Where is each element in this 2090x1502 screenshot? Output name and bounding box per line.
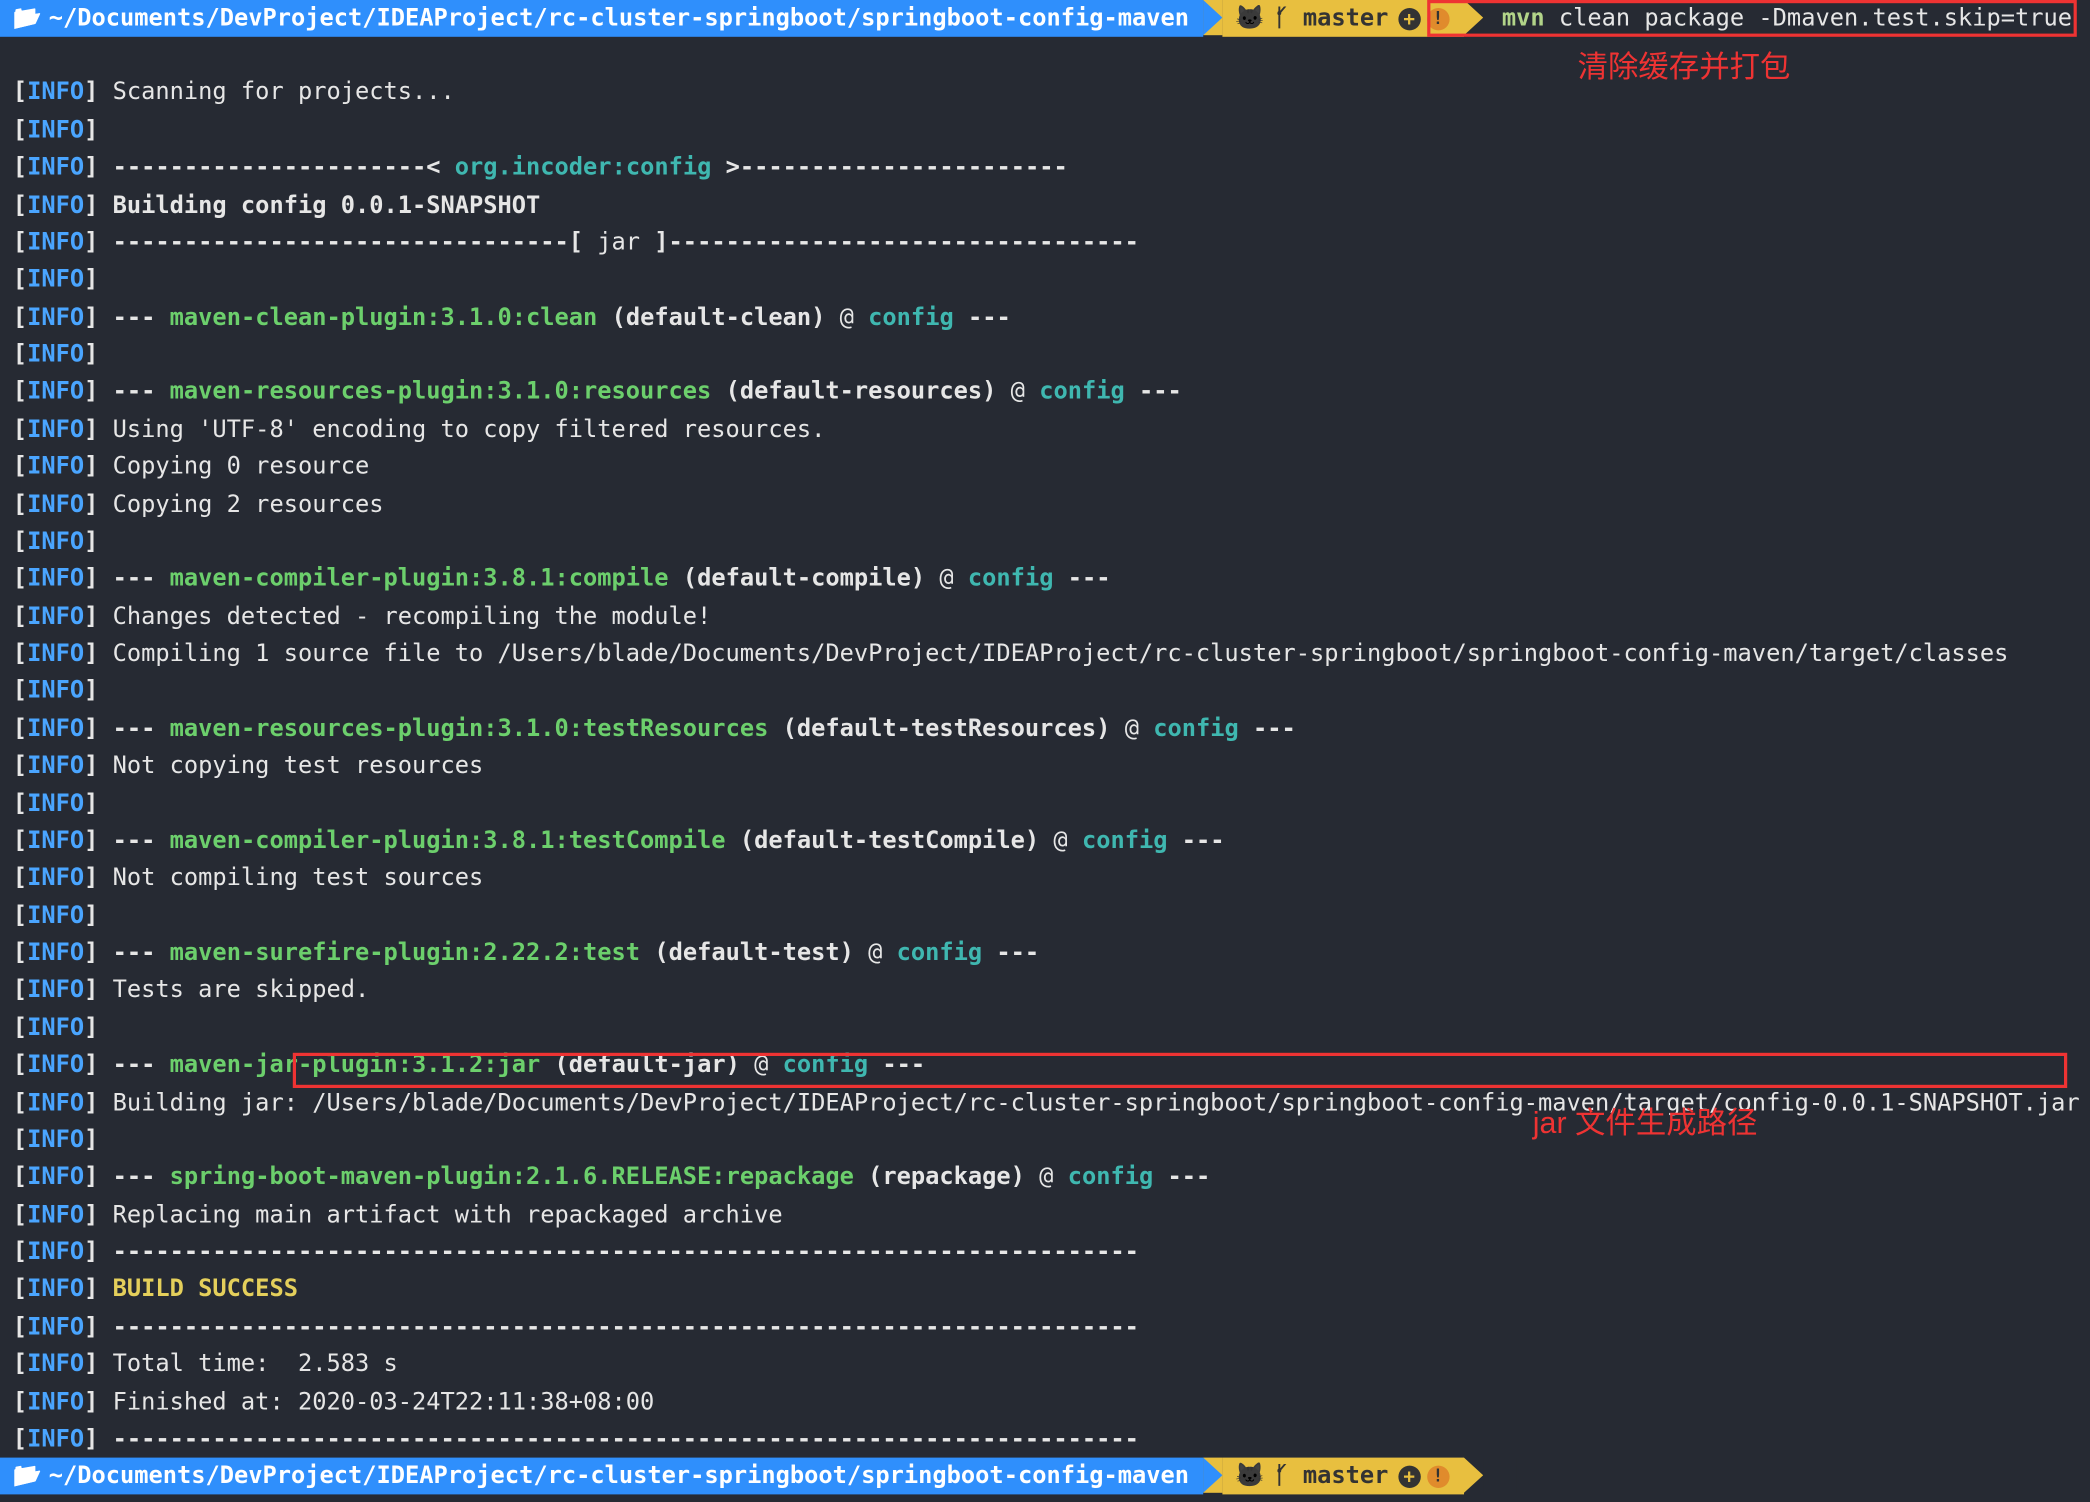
annotation-jar: jar 文件生成路径: [1533, 1101, 1758, 1149]
annotation-top: 清除缓存并打包: [1578, 45, 1791, 93]
separator-arrow-icon: [1203, 0, 1222, 35]
plus-status-icon: +: [1398, 7, 1420, 29]
plus-status-icon: +: [1398, 1465, 1420, 1487]
shell-prompt-top[interactable]: ~/Documents/DevProject/IDEAProject/rc-cl…: [0, 0, 2090, 37]
prompt-path: ~/Documents/DevProject/IDEAProject/rc-cl…: [49, 1458, 1189, 1495]
prompt-branch-segment: master +!: [1222, 0, 1463, 37]
terminal-output[interactable]: [INFO] Scanning for projects... [INFO] […: [0, 37, 2090, 1458]
dirty-status-icon: !: [1427, 1465, 1449, 1487]
folder-icon: [13, 1458, 49, 1495]
separator-arrow-icon: [1463, 0, 1482, 35]
jar-output-path: /Users/blade/Documents/DevProject/IDEAPr…: [312, 1089, 2079, 1116]
branch-icon: [1274, 0, 1302, 37]
dirty-status-icon: !: [1427, 7, 1449, 29]
github-icon: [1235, 0, 1274, 37]
prompt-path: ~/Documents/DevProject/IDEAProject/rc-cl…: [49, 0, 1189, 37]
branch-icon: [1274, 1458, 1302, 1495]
prompt-branch: master: [1303, 0, 1389, 37]
prompt-path-segment: ~/Documents/DevProject/IDEAProject/rc-cl…: [0, 0, 1203, 37]
prompt-command-empty[interactable]: [1483, 1458, 1516, 1495]
separator-arrow-icon: [1203, 1458, 1222, 1493]
folder-icon: [13, 0, 49, 37]
separator-arrow-icon: [1463, 1458, 1482, 1493]
prompt-branch-segment: master +!: [1222, 1458, 1463, 1495]
prompt-command[interactable]: mvn clean package -Dmaven.test.skip=true: [1483, 0, 2072, 37]
build-success-label: BUILD SUCCESS: [113, 1276, 298, 1303]
shell-prompt-bottom[interactable]: ~/Documents/DevProject/IDEAProject/rc-cl…: [0, 1458, 2090, 1495]
github-icon: [1235, 1458, 1274, 1495]
prompt-path-segment: ~/Documents/DevProject/IDEAProject/rc-cl…: [0, 1458, 1203, 1495]
prompt-branch: master: [1303, 1458, 1389, 1495]
